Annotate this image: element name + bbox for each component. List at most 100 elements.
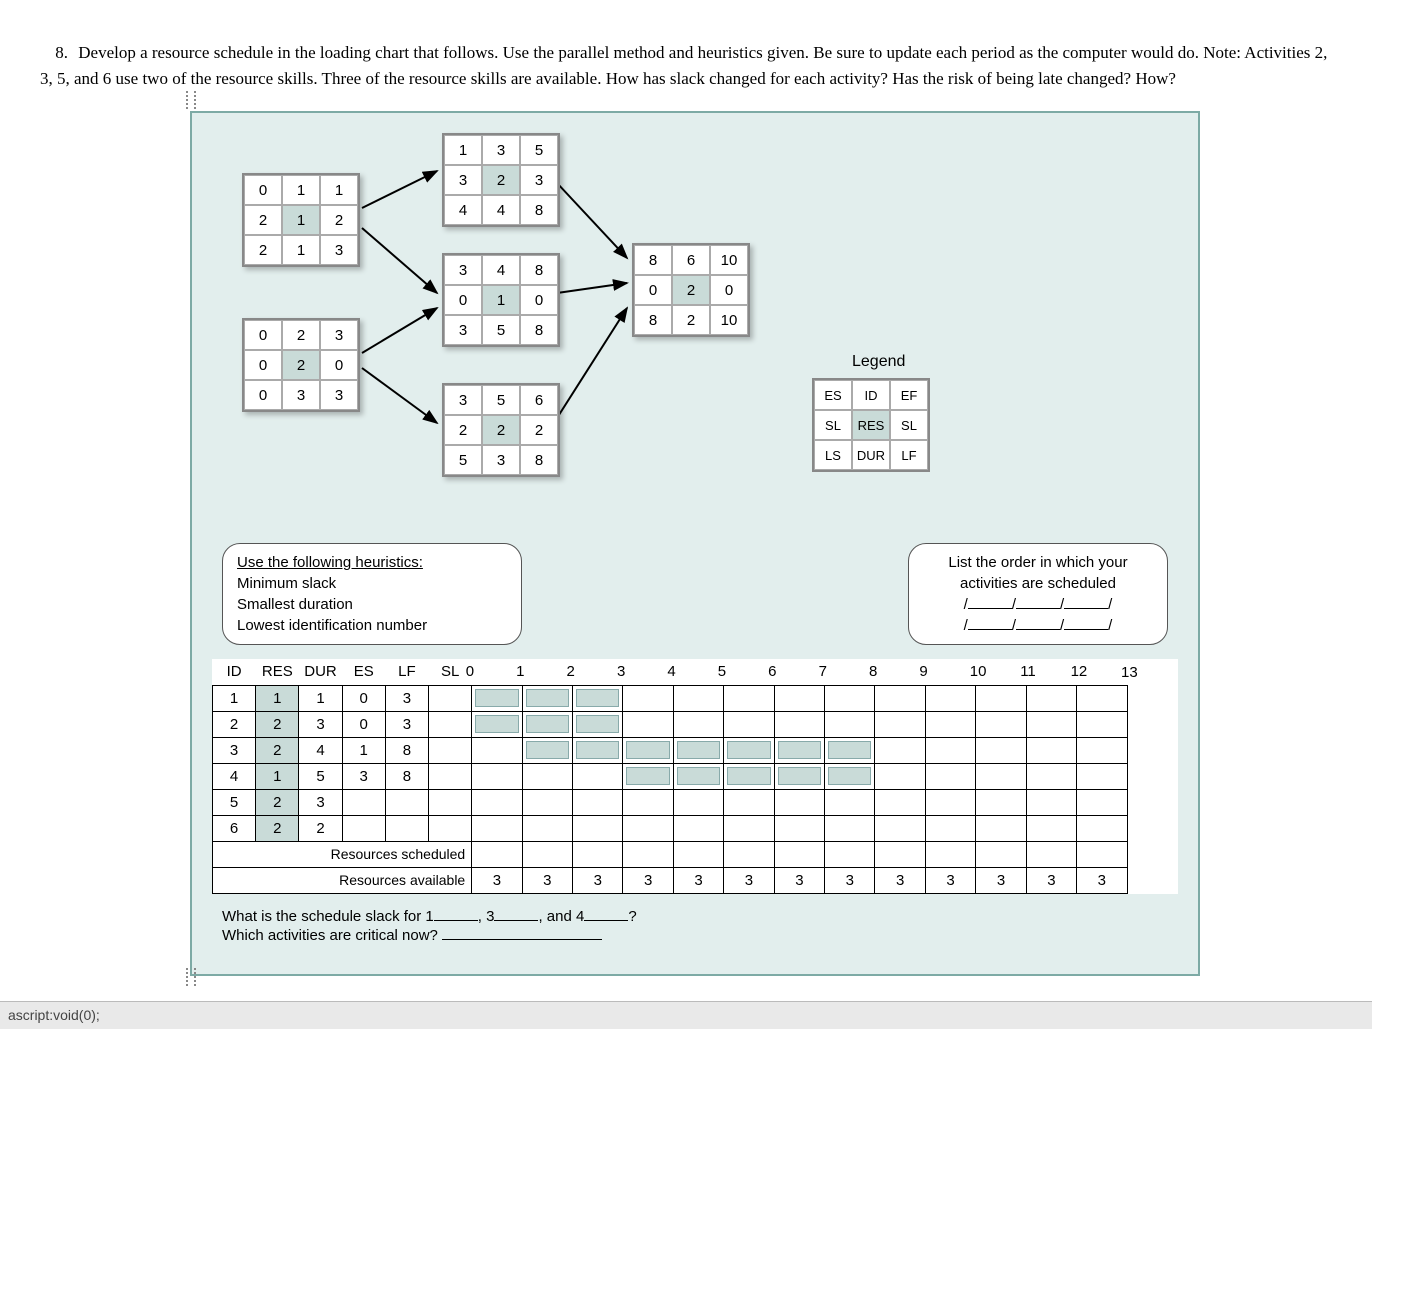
sched-cell[interactable]: [875, 711, 925, 737]
sched-sl[interactable]: [429, 763, 472, 789]
sched-cell[interactable]: [825, 737, 875, 763]
sched-cell[interactable]: [724, 815, 774, 841]
sched-sl[interactable]: [429, 815, 472, 841]
sched-cell[interactable]: [774, 685, 824, 711]
sched-cell[interactable]: [774, 815, 824, 841]
sched-cell[interactable]: [1077, 789, 1127, 815]
res-scheduled-cell[interactable]: [573, 841, 623, 867]
sched-cell[interactable]: [1026, 685, 1076, 711]
sched-sl[interactable]: [429, 685, 472, 711]
sched-cell[interactable]: [522, 763, 572, 789]
sched-cell[interactable]: [976, 763, 1026, 789]
sched-cell[interactable]: [1026, 737, 1076, 763]
sched-cell[interactable]: [925, 685, 975, 711]
res-scheduled-cell[interactable]: [925, 841, 975, 867]
sched-cell[interactable]: [573, 763, 623, 789]
sched-cell[interactable]: [875, 789, 925, 815]
sched-sl[interactable]: [429, 789, 472, 815]
sched-cell[interactable]: [774, 789, 824, 815]
res-scheduled-cell[interactable]: [472, 841, 522, 867]
sched-cell[interactable]: [673, 711, 723, 737]
sched-cell[interactable]: [1077, 763, 1127, 789]
sched-cell[interactable]: [472, 789, 522, 815]
sched-cell[interactable]: [875, 763, 925, 789]
sched-cell[interactable]: [724, 737, 774, 763]
sched-sl[interactable]: [429, 737, 472, 763]
sched-cell[interactable]: [875, 737, 925, 763]
order-blank[interactable]: [968, 615, 1012, 630]
sched-cell[interactable]: [522, 711, 572, 737]
critical-blank[interactable]: [442, 925, 602, 940]
sched-cell[interactable]: [472, 763, 522, 789]
sched-cell[interactable]: [724, 711, 774, 737]
sched-cell[interactable]: [1026, 815, 1076, 841]
sched-cell[interactable]: [825, 789, 875, 815]
drag-handle-icon[interactable]: [186, 968, 196, 986]
slack-blank-1[interactable]: [434, 906, 478, 921]
sched-cell[interactable]: [925, 815, 975, 841]
sched-cell[interactable]: [1077, 685, 1127, 711]
drag-handle-icon[interactable]: [186, 91, 196, 109]
sched-cell[interactable]: [1077, 737, 1127, 763]
order-blank[interactable]: [1016, 615, 1060, 630]
slack-blank-4[interactable]: [584, 906, 628, 921]
sched-sl[interactable]: [429, 711, 472, 737]
sched-cell[interactable]: [925, 711, 975, 737]
sched-cell[interactable]: [925, 737, 975, 763]
sched-cell[interactable]: [673, 789, 723, 815]
sched-cell[interactable]: [673, 737, 723, 763]
res-scheduled-cell[interactable]: [976, 841, 1026, 867]
sched-cell[interactable]: [925, 789, 975, 815]
sched-cell[interactable]: [573, 789, 623, 815]
sched-cell[interactable]: [623, 711, 673, 737]
res-scheduled-cell[interactable]: [774, 841, 824, 867]
sched-cell[interactable]: [976, 789, 1026, 815]
slack-blank-3[interactable]: [494, 906, 538, 921]
sched-cell[interactable]: [925, 763, 975, 789]
res-scheduled-cell[interactable]: [724, 841, 774, 867]
sched-cell[interactable]: [825, 685, 875, 711]
res-scheduled-cell[interactable]: [522, 841, 572, 867]
sched-cell[interactable]: [1026, 711, 1076, 737]
sched-cell[interactable]: [623, 815, 673, 841]
order-blank[interactable]: [1016, 594, 1060, 609]
sched-cell[interactable]: [472, 685, 522, 711]
sched-cell[interactable]: [1026, 789, 1076, 815]
sched-cell[interactable]: [623, 763, 673, 789]
order-blank[interactable]: [968, 594, 1012, 609]
sched-cell[interactable]: [875, 685, 925, 711]
sched-cell[interactable]: [774, 763, 824, 789]
sched-cell[interactable]: [673, 815, 723, 841]
sched-cell[interactable]: [522, 685, 572, 711]
sched-cell[interactable]: [1077, 711, 1127, 737]
sched-cell[interactable]: [673, 763, 723, 789]
res-scheduled-cell[interactable]: [673, 841, 723, 867]
sched-cell[interactable]: [976, 815, 1026, 841]
sched-cell[interactable]: [522, 815, 572, 841]
sched-cell[interactable]: [623, 789, 673, 815]
order-blank[interactable]: [1064, 615, 1108, 630]
sched-cell[interactable]: [573, 685, 623, 711]
sched-cell[interactable]: [573, 711, 623, 737]
sched-cell[interactable]: [774, 737, 824, 763]
sched-cell[interactable]: [976, 737, 1026, 763]
sched-cell[interactable]: [1026, 763, 1076, 789]
sched-cell[interactable]: [875, 815, 925, 841]
sched-cell[interactable]: [724, 789, 774, 815]
sched-cell[interactable]: [825, 815, 875, 841]
sched-cell[interactable]: [522, 737, 572, 763]
sched-cell[interactable]: [472, 711, 522, 737]
sched-cell[interactable]: [1077, 815, 1127, 841]
sched-cell[interactable]: [724, 685, 774, 711]
sched-cell[interactable]: [976, 685, 1026, 711]
sched-cell[interactable]: [522, 789, 572, 815]
sched-cell[interactable]: [472, 737, 522, 763]
res-scheduled-cell[interactable]: [1077, 841, 1127, 867]
res-scheduled-cell[interactable]: [825, 841, 875, 867]
sched-cell[interactable]: [774, 711, 824, 737]
sched-cell[interactable]: [573, 815, 623, 841]
res-scheduled-cell[interactable]: [875, 841, 925, 867]
sched-cell[interactable]: [976, 711, 1026, 737]
sched-cell[interactable]: [472, 815, 522, 841]
res-scheduled-cell[interactable]: [623, 841, 673, 867]
